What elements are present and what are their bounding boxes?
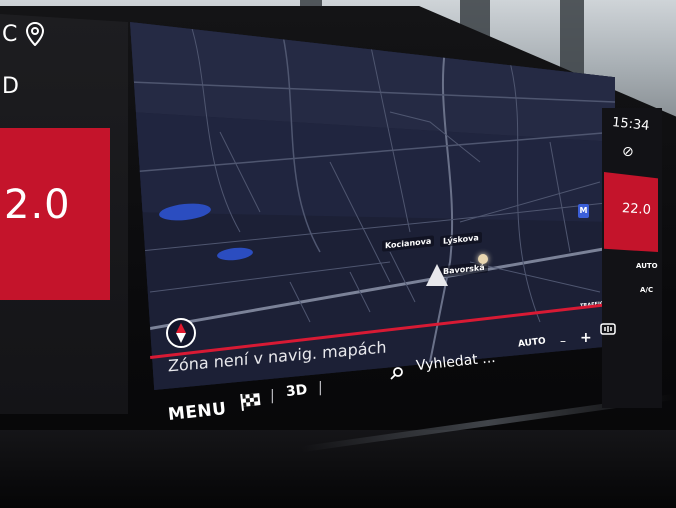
- compass-icon[interactable]: [166, 318, 196, 348]
- left-climate-glyph: D: [2, 74, 19, 99]
- search-icon[interactable]: [390, 366, 404, 380]
- volume-up-button[interactable]: +: [580, 330, 592, 346]
- right-temperature: 22.0: [621, 201, 652, 218]
- destination-marker[interactable]: [478, 254, 488, 264]
- climate-auto-button[interactable]: AUTO: [636, 262, 658, 270]
- location-pin-icon[interactable]: [26, 22, 44, 46]
- 3d-view-button[interactable]: 3D: [285, 382, 308, 400]
- fan-icon[interactable]: ⊘: [622, 144, 634, 160]
- volume-down-button[interactable]: –: [560, 334, 566, 348]
- separator: |: [318, 380, 323, 396]
- map-poi-badge[interactable]: M: [578, 204, 589, 218]
- left-climate-letter: C: [2, 22, 18, 47]
- checkered-flag-icon[interactable]: [239, 391, 263, 411]
- map-canvas[interactable]: [130, 22, 615, 390]
- left-temperature: 2.0: [4, 182, 71, 228]
- separator: |: [270, 388, 275, 404]
- navigation-map[interactable]: Kocianova Lýskova Bavorská M TRAFFIC Zón…: [130, 22, 615, 390]
- volume-icon[interactable]: [600, 322, 616, 336]
- ac-button[interactable]: A/C: [640, 286, 653, 294]
- current-position-arrow: [426, 264, 448, 286]
